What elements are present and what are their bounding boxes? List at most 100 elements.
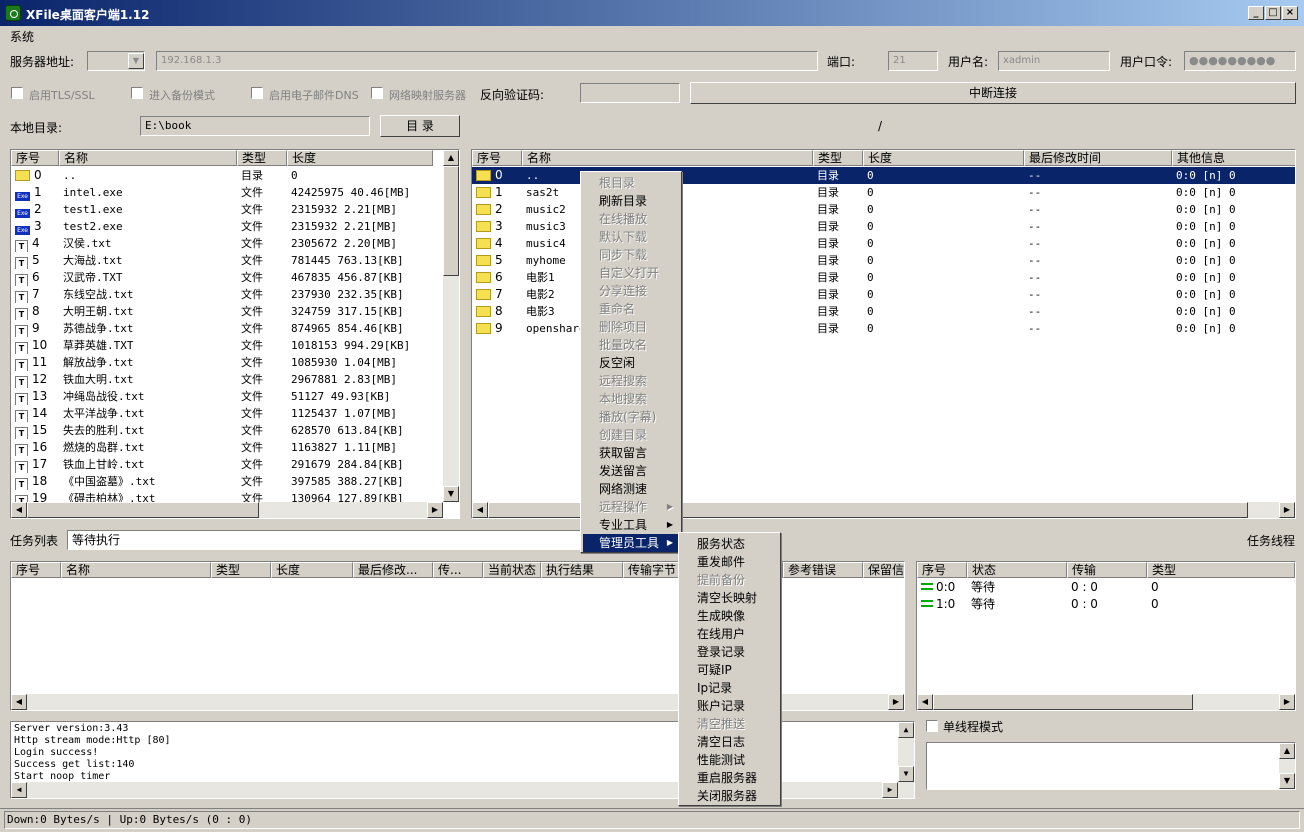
thread-table[interactable]: 序号 状态 传输 类型 0:0 等待 0 : 0 0 1:0 等待 0 : 0 0 ◀ ▶ <box>916 561 1296 711</box>
menu-item[interactable]: 创建目录 <box>583 426 679 444</box>
scroll-left-icon[interactable]: ◀ <box>917 694 933 710</box>
notes-vscroll[interactable]: ▲ ▼ <box>1279 743 1295 789</box>
task-col-header[interactable]: 参考错误 <box>783 562 863 578</box>
local-dir-input[interactable]: E:\book <box>140 116 370 136</box>
scroll-up-icon[interactable]: ▲ <box>898 722 914 738</box>
mapping-checkbox[interactable] <box>371 87 383 99</box>
thread-col-header[interactable]: 状态 <box>967 562 1067 578</box>
remote-col-header[interactable]: 类型 <box>813 150 863 166</box>
backup-checkbox[interactable] <box>131 87 143 99</box>
thread-row[interactable]: 1:0 等待 0 : 0 0 <box>917 596 1295 613</box>
scroll-thumb[interactable] <box>443 166 459 276</box>
local-hscroll[interactable]: ◀ ▶ <box>11 502 443 518</box>
task-col-header[interactable]: 保留信 <box>863 562 904 578</box>
menu-item[interactable]: 管理员工具 ▶ <box>583 534 679 552</box>
scroll-up-icon[interactable]: ▲ <box>1279 743 1295 759</box>
menu-item[interactable]: 服务状态 <box>681 535 778 553</box>
local-col-header[interactable]: 序号 <box>11 150 59 166</box>
menu-item[interactable]: 在线播放 <box>583 210 679 228</box>
local-file-list[interactable]: 序号 名称 类型 长度 0.. 目录 0 Exe 1 intel.exe 文件 42425975 4… <box>10 149 460 519</box>
local-row[interactable]: T 8 大明王朝.txt 文件 324759 317.15[KB] <box>11 303 433 320</box>
local-row[interactable]: T 16 燃烧的岛群.txt 文件 1163827 1.11[MB] <box>11 439 433 456</box>
remote-col-header[interactable]: 其他信息 <box>1172 150 1295 166</box>
local-row[interactable]: Exe 3 test2.exe 文件 2315932 2.21[MB] <box>11 218 433 235</box>
task-col-header[interactable]: 类型 <box>211 562 271 578</box>
dir-button[interactable]: 目 录 <box>380 115 460 137</box>
local-row[interactable]: T 4 汉侯.txt 文件 2305672 2.20[MB] <box>11 235 433 252</box>
menu-item[interactable]: 专业工具 ▶ <box>583 516 679 534</box>
local-row[interactable]: Exe 1 intel.exe 文件 42425975 40.46[MB] <box>11 184 433 201</box>
menu-item[interactable]: 清空长映射 <box>681 589 778 607</box>
local-row[interactable]: T 7 东线空战.txt 文件 237930 232.35[KB] <box>11 286 433 303</box>
remote-col-header[interactable]: 名称 <box>522 150 813 166</box>
menu-item[interactable]: 重命名 <box>583 300 679 318</box>
menu-item[interactable]: 账户记录 <box>681 697 778 715</box>
menu-item[interactable]: 可疑IP <box>681 661 778 679</box>
task-col-header[interactable]: 传... <box>433 562 483 578</box>
task-col-header[interactable]: 长度 <box>271 562 353 578</box>
thread-notes-area[interactable]: ▲ ▼ <box>926 742 1296 790</box>
task-col-header[interactable]: 名称 <box>61 562 211 578</box>
scroll-down-icon[interactable]: ▼ <box>1279 773 1295 789</box>
task-col-header[interactable]: 最后修改... <box>353 562 433 578</box>
menu-item[interactable]: 登录记录 <box>681 643 778 661</box>
close-button[interactable]: × <box>1282 6 1298 20</box>
local-row[interactable]: T 10 草莽英雄.TXT 文件 1018153 994.29[KB] <box>11 337 433 354</box>
local-row[interactable]: T 13 冲绳岛战役.txt 文件 51127 49.93[KB] <box>11 388 433 405</box>
menu-item[interactable]: 删除项目 <box>583 318 679 336</box>
menu-item[interactable]: 发送留言 <box>583 462 679 480</box>
log-vscroll[interactable]: ▲ ▼ <box>898 722 914 782</box>
menu-item[interactable]: 在线用户 <box>681 625 778 643</box>
menu-item[interactable]: 本地搜索 <box>583 390 679 408</box>
password-input[interactable]: ●●●●●●●●● <box>1184 51 1296 71</box>
task-col-header[interactable]: 执行结果 <box>541 562 623 578</box>
menu-item[interactable]: 网络测速 <box>583 480 679 498</box>
email-checkbox[interactable] <box>251 87 263 99</box>
scroll-up-icon[interactable]: ▲ <box>443 150 459 166</box>
menu-item[interactable]: 反空闲 <box>583 354 679 372</box>
local-row[interactable]: T 5 大海战.txt 文件 781445 763.13[KB] <box>11 252 433 269</box>
menu-item[interactable]: 生成映像 <box>681 607 778 625</box>
single-thread-checkbox[interactable] <box>926 720 938 732</box>
thread-col-header[interactable]: 类型 <box>1147 562 1295 578</box>
maximize-button[interactable]: □ <box>1265 6 1281 20</box>
scroll-left-icon[interactable]: ◀ <box>11 502 27 518</box>
local-col-header[interactable]: 类型 <box>237 150 287 166</box>
local-row[interactable]: 0.. 目录 0 <box>11 167 433 184</box>
menu-item[interactable]: 重启服务器 <box>681 769 778 787</box>
menu-item[interactable]: 获取留言 <box>583 444 679 462</box>
verify-input[interactable] <box>580 83 680 103</box>
scroll-thumb[interactable] <box>27 502 259 518</box>
menu-item[interactable]: 分享连接 <box>583 282 679 300</box>
local-col-header[interactable]: 长度 <box>287 150 433 166</box>
local-row[interactable]: T 6 汉武帝.TXT 文件 467835 456.87[KB] <box>11 269 433 286</box>
local-row[interactable]: T 17 铁血上甘岭.txt 文件 291679 284.84[KB] <box>11 456 433 473</box>
menu-item[interactable]: Ip记录 <box>681 679 778 697</box>
local-row[interactable]: T 9 苏德战争.txt 文件 874965 854.46[KB] <box>11 320 433 337</box>
local-row[interactable]: T 14 太平洋战争.txt 文件 1125437 1.07[MB] <box>11 405 433 422</box>
menu-system[interactable]: 系统 <box>10 28 34 45</box>
remote-col-header[interactable]: 序号 <box>472 150 522 166</box>
menu-item[interactable]: 远程操作 ▶ <box>583 498 679 516</box>
menu-item[interactable]: 根目录 <box>583 174 679 192</box>
local-row[interactable]: T 12 铁血大明.txt 文件 2967881 2.83[MB] <box>11 371 433 388</box>
tls-checkbox[interactable] <box>11 87 23 99</box>
remote-col-header[interactable]: 最后修改时间 <box>1024 150 1172 166</box>
local-vscroll[interactable]: ▲ ▼ <box>443 150 459 502</box>
local-row[interactable]: Exe 2 test1.exe 文件 2315932 2.21[MB] <box>11 201 433 218</box>
chevron-down-icon[interactable]: ▼ <box>128 53 144 69</box>
thread-hscroll[interactable]: ◀ ▶ <box>917 694 1295 710</box>
task-col-header[interactable]: 序号 <box>11 562 61 578</box>
menu-item[interactable]: 远程搜索 <box>583 372 679 390</box>
disconnect-button[interactable]: 中断连接 <box>690 82 1296 104</box>
thread-col-header[interactable]: 序号 <box>917 562 967 578</box>
local-row[interactable]: T 11 解放战争.txt 文件 1085930 1.04[MB] <box>11 354 433 371</box>
username-input[interactable]: xadmin <box>998 51 1110 71</box>
menu-item[interactable]: 批量改名 <box>583 336 679 354</box>
thread-col-header[interactable]: 传输 <box>1067 562 1147 578</box>
scroll-thumb[interactable] <box>933 694 1193 710</box>
scroll-right-icon[interactable]: ▶ <box>1279 502 1295 518</box>
minimize-button[interactable]: _ <box>1248 6 1264 20</box>
menu-item[interactable]: 关闭服务器 <box>681 787 778 805</box>
menu-item[interactable]: 清空推送 <box>681 715 778 733</box>
